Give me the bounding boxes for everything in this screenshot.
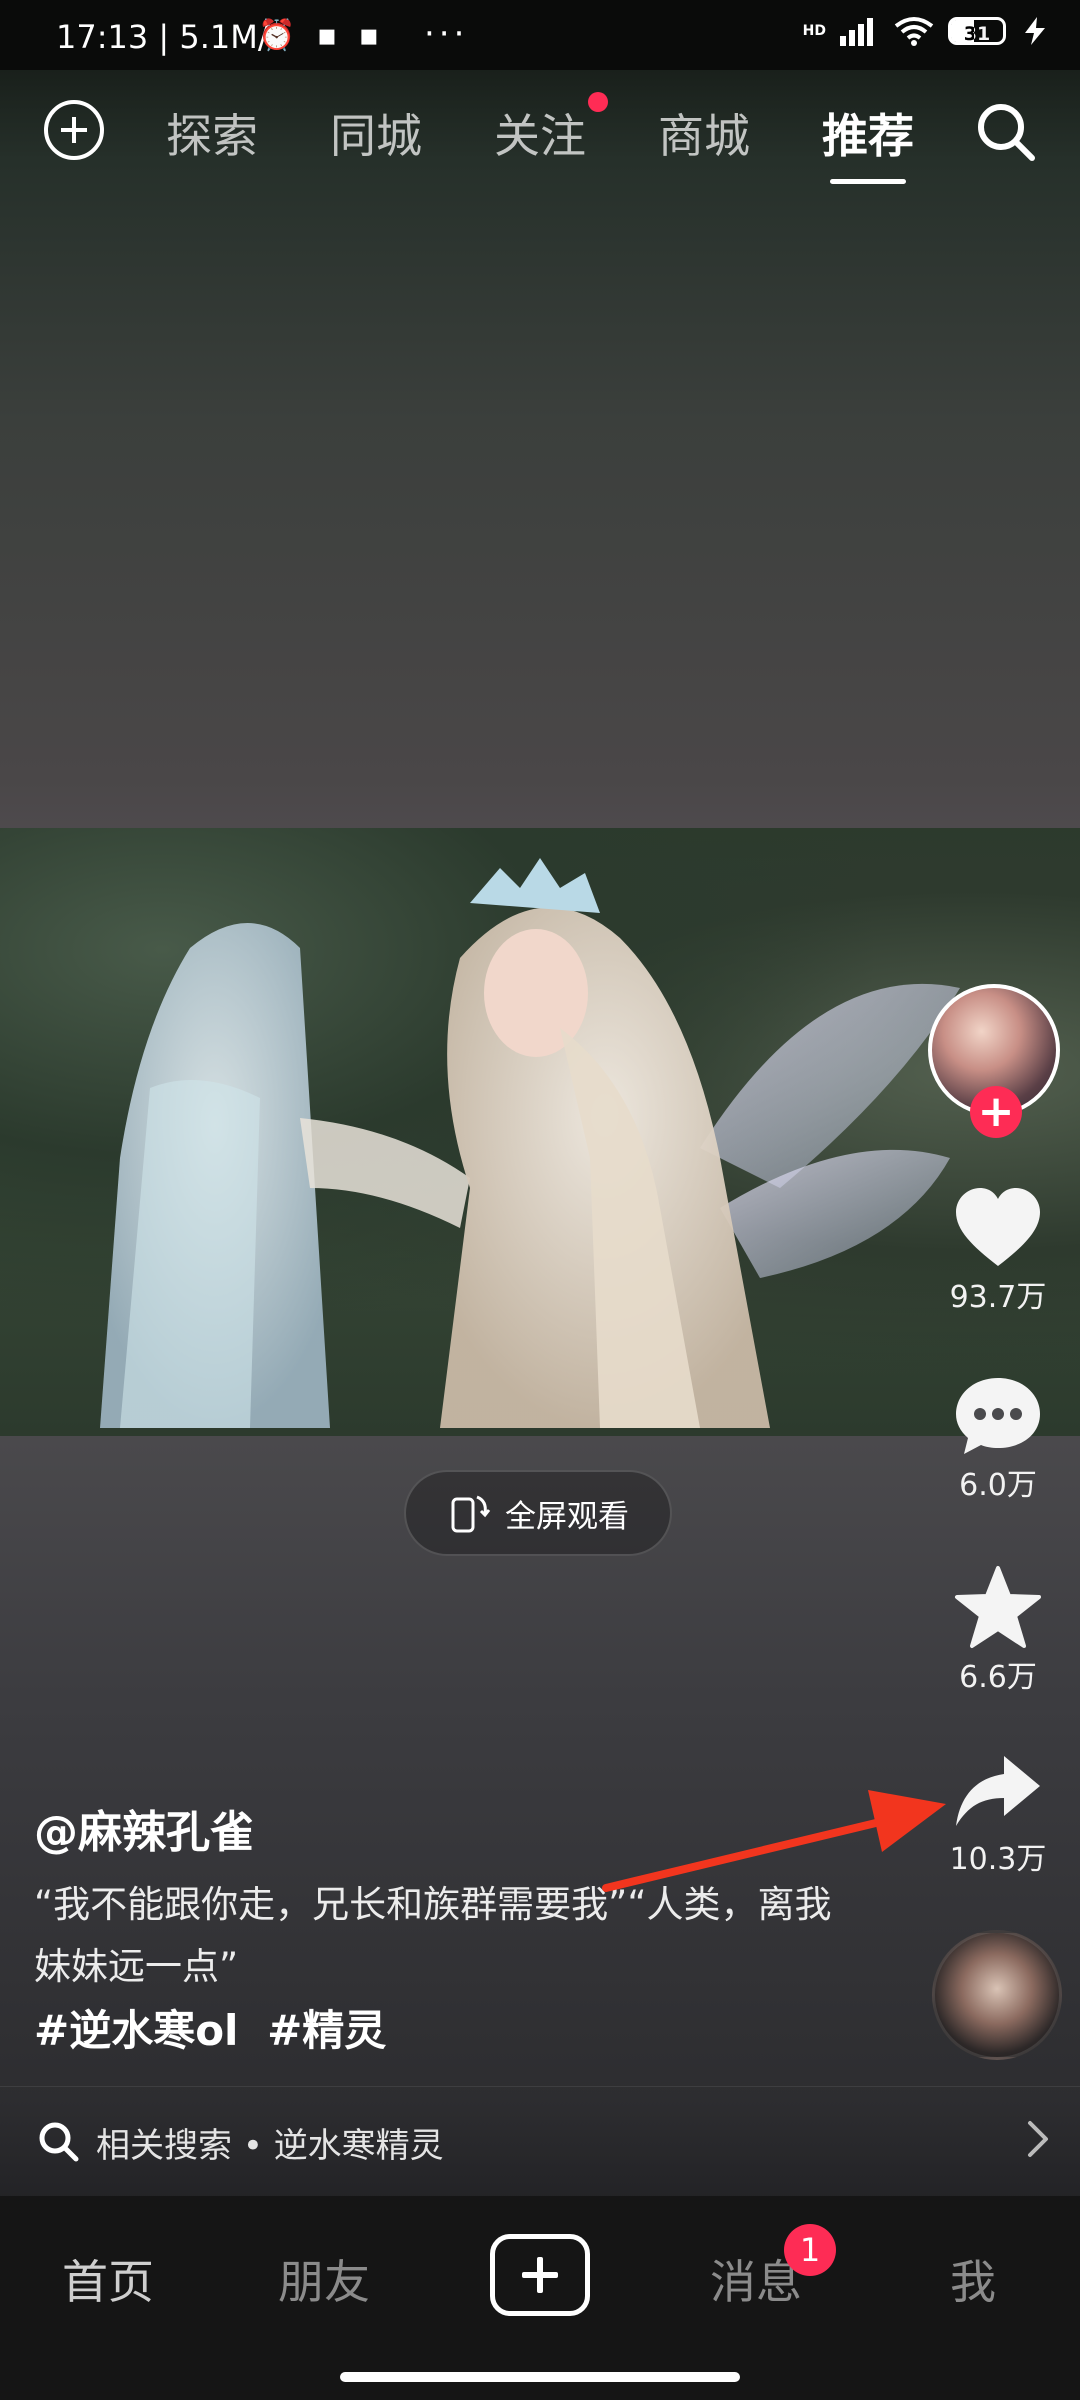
bottom-nav: 首页 朋友 消息 1 我	[0, 2196, 1080, 2400]
top-nav: 探索 同城 关注 商城 推荐	[0, 70, 1080, 190]
heart-icon	[956, 1188, 1040, 1266]
search-icon[interactable]	[974, 100, 1038, 164]
messages-badge: 1	[784, 2224, 836, 2276]
add-circle-icon[interactable]	[44, 100, 104, 160]
like-button[interactable]: 93.7万	[930, 1186, 1066, 1316]
hashtag-link[interactable]: #精灵	[267, 2006, 386, 2055]
video-player[interactable]	[0, 828, 1080, 1436]
battery-icon: 31	[948, 17, 1006, 45]
following-new-dot	[588, 92, 608, 112]
tab-nearby[interactable]: 同城	[330, 100, 422, 166]
home-indicator	[340, 2372, 740, 2382]
related-search-text: 相关搜索 • 逆水寒精灵	[96, 2125, 444, 2166]
share-count: 10.3万	[949, 1842, 1047, 1877]
favorite-count: 6.6万	[959, 1660, 1037, 1695]
hd-icon: HD	[802, 23, 826, 39]
status-notification-icons: ⏰ ▪ ▪	[258, 18, 386, 53]
status-bar: 17:13 | 5.1M/s ⏰ ▪ ▪ ··· HD 31	[0, 0, 1080, 70]
fullscreen-label: 全屏观看	[505, 1498, 629, 1535]
nav-me[interactable]: 我	[950, 2246, 996, 2312]
more-status-icon: ···	[424, 14, 469, 54]
share-button[interactable]: 10.3万	[930, 1752, 1066, 1878]
nav-friends[interactable]: 朋友	[278, 2246, 370, 2312]
search-icon	[39, 2122, 79, 2162]
follow-button[interactable]: +	[970, 1086, 1022, 1138]
video-frame-image	[100, 858, 960, 1428]
fullscreen-button[interactable]: 全屏观看	[404, 1470, 672, 1556]
nav-home[interactable]: 首页	[62, 2246, 154, 2312]
active-tab-underline	[830, 179, 906, 184]
share-arrow-icon	[956, 1756, 1040, 1826]
related-search-bar[interactable]: 相关搜索 • 逆水寒精灵	[0, 2086, 1080, 2197]
chevron-right-icon	[1028, 2121, 1048, 2157]
author-name[interactable]: @麻辣孔雀	[34, 1796, 254, 1860]
status-right-icons: HD 31	[803, 16, 1050, 46]
tab-recommend[interactable]: 推荐	[822, 100, 914, 184]
favorite-button[interactable]: 6.6万	[930, 1564, 1066, 1696]
like-count: 93.7万	[949, 1280, 1047, 1315]
comment-button[interactable]: 6.0万	[930, 1374, 1066, 1504]
comment-icon	[956, 1378, 1040, 1454]
hashtags: #逆水寒ol #精灵	[34, 1997, 400, 2058]
status-time: 17:13 | 5.1M/s	[56, 18, 286, 56]
hashtag-link[interactable]: #逆水寒ol	[34, 2006, 238, 2055]
tab-mall[interactable]: 商城	[658, 100, 750, 166]
create-post-button[interactable]	[490, 2234, 590, 2316]
rotate-phone-icon	[451, 1495, 491, 1533]
comment-count: 6.0万	[959, 1468, 1037, 1503]
video-description: “我不能跟你走，兄长和族群需要我”“人类，离我妹妹远一点”	[34, 1883, 832, 1988]
tab-following[interactable]: 关注	[494, 100, 586, 166]
music-disc[interactable]	[932, 1930, 1062, 2060]
star-icon	[955, 1566, 1041, 1648]
charging-icon	[1025, 17, 1045, 45]
tab-explore[interactable]: 探索	[166, 100, 258, 166]
wifi-icon	[894, 17, 934, 46]
signal-icon	[840, 18, 873, 46]
